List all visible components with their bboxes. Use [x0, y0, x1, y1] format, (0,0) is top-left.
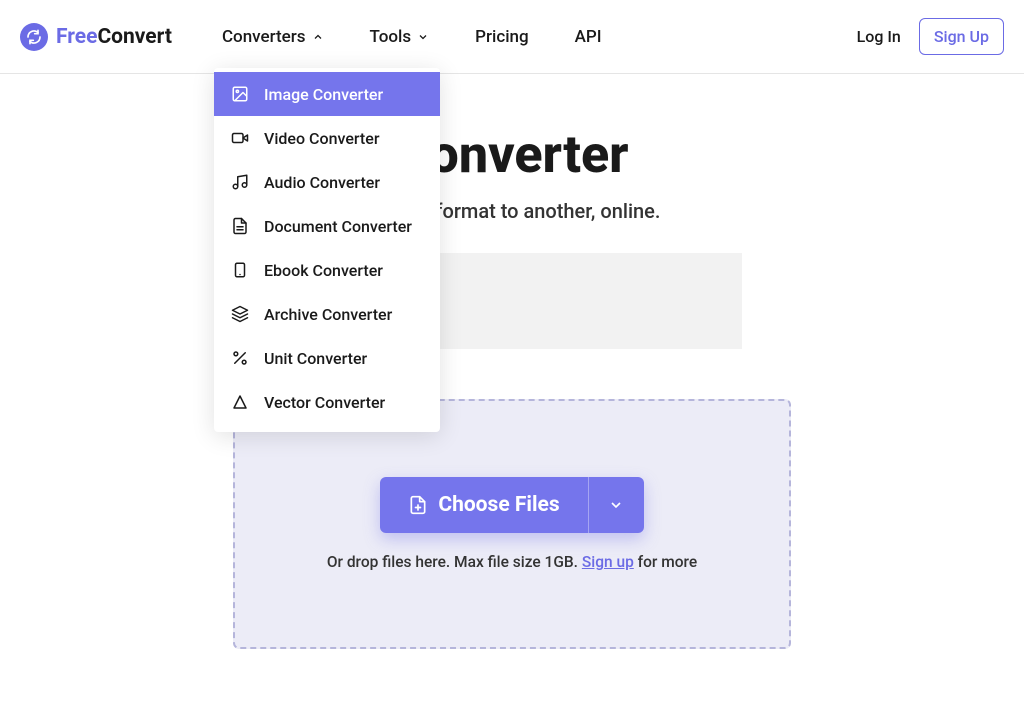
choose-files-dropdown-button[interactable] [588, 477, 644, 533]
dropdown-item-vector-converter[interactable]: Vector Converter [214, 380, 440, 424]
dropdown-item-label: Image Converter [264, 85, 383, 104]
dropdown-item-ebook-converter[interactable]: Ebook Converter [214, 248, 440, 292]
unit-icon [230, 348, 250, 368]
nav-converters[interactable]: Converters [222, 27, 324, 47]
main: Converter om one format to another, onli… [0, 74, 1024, 675]
ebook-icon [230, 260, 250, 280]
image-icon [230, 84, 250, 104]
dropdown-item-image-converter[interactable]: Image Converter [214, 72, 440, 116]
header: FreeConvert Converters Tools Pricing API… [0, 0, 1024, 74]
nav-tools[interactable]: Tools [370, 27, 430, 47]
signup-link[interactable]: Sign up [582, 553, 634, 571]
choose-files-label: Choose Files [438, 493, 559, 517]
video-icon [230, 128, 250, 148]
chevron-up-icon [312, 31, 324, 43]
choose-files-button[interactable]: Choose Files [380, 477, 587, 533]
dropdown-item-label: Unit Converter [264, 349, 367, 368]
document-icon [230, 216, 250, 236]
page-title: Converter [0, 124, 1024, 185]
dropdown-item-archive-converter[interactable]: Archive Converter [214, 292, 440, 336]
dropdown-item-document-converter[interactable]: Document Converter [214, 204, 440, 248]
dropdown-item-video-converter[interactable]: Video Converter [214, 116, 440, 160]
dropdown-item-label: Audio Converter [264, 173, 380, 192]
choose-files-row: Choose Files [380, 477, 643, 533]
logo-icon [20, 23, 48, 51]
file-add-icon [408, 494, 428, 516]
audio-icon [230, 172, 250, 192]
nav: Converters Tools Pricing API [222, 27, 857, 47]
logo-text: FreeConvert [56, 25, 172, 49]
signup-button[interactable]: Sign Up [919, 18, 1004, 55]
login-button[interactable]: Log In [857, 27, 901, 46]
auth-area: Log In Sign Up [857, 18, 1004, 55]
dropdown-item-label: Document Converter [264, 217, 412, 236]
dropdown-item-label: Archive Converter [264, 305, 392, 324]
chevron-down-icon [608, 497, 624, 513]
dropdown-item-unit-converter[interactable]: Unit Converter [214, 336, 440, 380]
converters-dropdown: Image Converter Video Converter Audio Conv… [214, 68, 440, 432]
dropdown-item-label: Video Converter [264, 129, 379, 148]
archive-icon [230, 304, 250, 324]
dropdown-item-audio-converter[interactable]: Audio Converter [214, 160, 440, 204]
logo[interactable]: FreeConvert [20, 23, 172, 51]
nav-pricing[interactable]: Pricing [475, 27, 529, 47]
page-subtitle: om one format to another, online. [0, 199, 1024, 223]
dropdown-item-label: Vector Converter [264, 393, 385, 412]
dropzone[interactable]: Choose Files Or drop files here. Max fil… [233, 399, 791, 649]
vector-icon [230, 392, 250, 412]
nav-api[interactable]: API [575, 27, 602, 47]
chevron-down-icon [417, 31, 429, 43]
dropdown-item-label: Ebook Converter [264, 261, 383, 280]
dropzone-hint: Or drop files here. Max file size 1GB. S… [327, 553, 697, 571]
